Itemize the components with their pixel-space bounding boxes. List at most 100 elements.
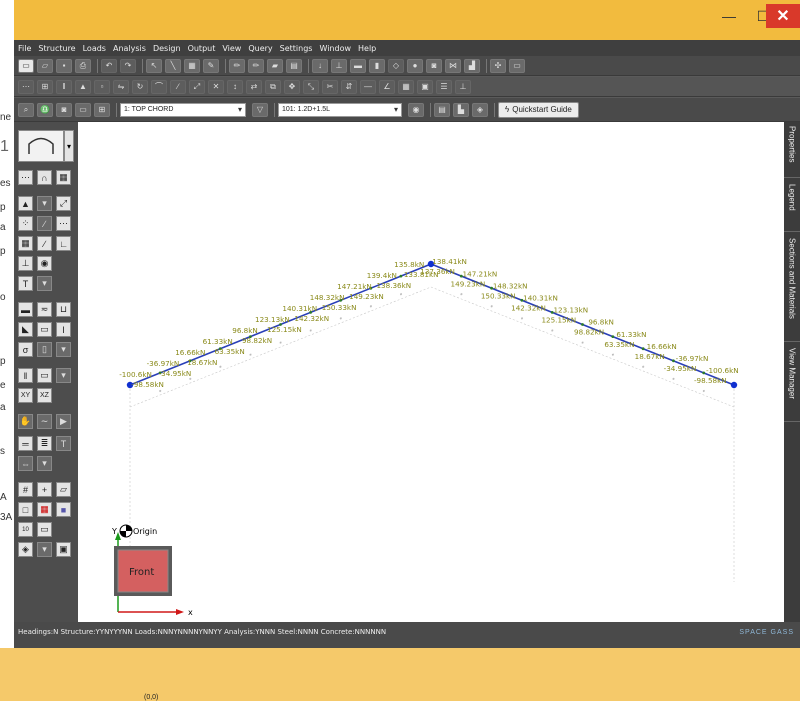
record-icon[interactable]: ◉: [408, 102, 424, 117]
segment-node[interactable]: [399, 274, 403, 278]
print-icon[interactable]: ⎙: [75, 58, 91, 73]
blue-square-icon[interactable]: ■: [56, 502, 71, 517]
folder-icon[interactable]: ▰: [267, 58, 283, 73]
dots-line-icon[interactable]: ⋯: [56, 216, 71, 231]
draw-member-icon[interactable]: ╲: [165, 58, 181, 73]
new-file-icon[interactable]: ▭: [18, 58, 34, 73]
close-button[interactable]: ✕: [766, 4, 800, 28]
filter-icon[interactable]: ▽: [252, 102, 268, 117]
menu-analysis[interactable]: Analysis: [113, 44, 146, 53]
flip-icon[interactable]: ⇵: [341, 79, 357, 94]
support-icon[interactable]: ⊥: [331, 58, 347, 73]
slope-icon[interactable]: ∠: [379, 79, 395, 94]
menu-window[interactable]: Window: [319, 44, 351, 53]
pin-icon[interactable]: ⊥: [455, 79, 471, 94]
beam-icon[interactable]: ▬: [350, 58, 366, 73]
diagonal-icon[interactable]: ∕: [37, 236, 52, 251]
divider-icon[interactable]: ‖: [56, 79, 72, 94]
segment-node[interactable]: [581, 323, 584, 326]
page-icon[interactable]: ▯: [37, 342, 52, 357]
undo-icon[interactable]: ↶: [101, 58, 117, 73]
segment-node[interactable]: [672, 359, 675, 363]
align-icon[interactable]: ⋯: [18, 79, 34, 94]
tab-sections-materials[interactable]: Sections and Materials: [784, 234, 800, 342]
minimize-button[interactable]: —: [712, 4, 746, 28]
minus-icon[interactable]: —: [360, 79, 376, 94]
merge-icon[interactable]: ⇄: [246, 79, 262, 94]
structure-viewport[interactable]: -100.6kN -36.97kN 16.66kN 61.33kN 96.8kN 123.…: [78, 122, 784, 701]
title-bar[interactable]: — ☐ ✕: [14, 0, 800, 40]
pencil-alt-icon[interactable]: ✏: [248, 58, 264, 73]
table-view-icon[interactable]: ▤: [434, 102, 450, 117]
play-icon[interactable]: ▶: [56, 414, 71, 429]
cup-icon[interactable]: ⊔: [56, 302, 71, 317]
design-icon[interactable]: ●: [407, 58, 423, 73]
i-beam-icon[interactable]: I: [56, 322, 71, 337]
frame-icon[interactable]: ▣: [417, 79, 433, 94]
link-dropdown-icon[interactable]: ▾: [37, 456, 52, 471]
mirror-icon[interactable]: ⇋: [113, 79, 129, 94]
dot-grid-icon[interactable]: ⁘: [18, 216, 33, 231]
chart-icon[interactable]: ▟: [464, 58, 480, 73]
cut-icon[interactable]: ✂: [322, 79, 338, 94]
small-text-icon[interactable]: 10: [18, 522, 33, 537]
binoculars-icon[interactable]: ♎: [37, 102, 53, 117]
sigma-icon[interactable]: σ: [18, 342, 33, 357]
connection-icon[interactable]: ⋈: [445, 58, 461, 73]
mesh-icon[interactable]: ▦: [18, 236, 33, 251]
triangle-icon[interactable]: ▲: [75, 79, 91, 94]
window-icon[interactable]: ▭: [509, 58, 525, 73]
node-icon[interactable]: ▲: [18, 196, 33, 211]
angle-icon[interactable]: ∟: [56, 236, 71, 251]
message-dropdown-icon[interactable]: ▾: [56, 368, 71, 383]
select-box-icon[interactable]: ⊞: [94, 102, 110, 117]
text-dropdown-icon[interactable]: ▾: [37, 276, 52, 291]
red-grid-icon[interactable]: ▦: [37, 502, 52, 517]
menu-query[interactable]: Query: [248, 44, 272, 53]
monitor-icon[interactable]: ▭: [37, 522, 52, 537]
zoom-icon[interactable]: ⌕: [18, 102, 34, 117]
arc-icon[interactable]: ⌒: [151, 79, 167, 94]
scale-icon[interactable]: ⤡: [303, 79, 319, 94]
line-icon[interactable]: ∕: [37, 216, 52, 231]
copy-icon[interactable]: ⧉: [265, 79, 281, 94]
crosshair-icon[interactable]: +: [37, 482, 52, 497]
column-icon[interactable]: ‖: [18, 368, 33, 383]
tab-legend[interactable]: Legend: [784, 180, 800, 232]
xz-plane-button[interactable]: XZ: [37, 388, 52, 403]
box-icon[interactable]: ▫: [94, 79, 110, 94]
menu-structure[interactable]: Structure: [38, 44, 75, 53]
menu-view[interactable]: View: [222, 44, 241, 53]
pencil-icon[interactable]: ✏: [229, 58, 245, 73]
settings-icon[interactable]: ✣: [490, 58, 506, 73]
triangle-load-icon[interactable]: ◣: [18, 322, 33, 337]
menu-help[interactable]: Help: [358, 44, 376, 53]
save-icon[interactable]: ▪: [56, 58, 72, 73]
arrow-small-icon[interactable]: ▾: [37, 196, 52, 211]
segment-node[interactable]: [611, 335, 615, 338]
member-group-select[interactable]: 1: TOP CHORD: [120, 102, 246, 117]
tab-properties[interactable]: Properties: [784, 122, 800, 178]
grid-toggle-icon[interactable]: ⊞: [37, 79, 53, 94]
dotted-grid-icon[interactable]: ⋯: [18, 170, 33, 185]
note-icon[interactable]: ▤: [286, 58, 302, 73]
layers-icon[interactable]: ☰: [436, 79, 452, 94]
ruler-icon[interactable]: ▭: [75, 102, 91, 117]
type-icon[interactable]: T: [56, 436, 71, 451]
brush-icon[interactable]: ✎: [203, 58, 219, 73]
tab-view-manager[interactable]: View Manager: [784, 344, 800, 422]
view-cube[interactable]: Front: [114, 546, 172, 596]
more-icon[interactable]: ▾: [56, 342, 71, 357]
rotate-icon[interactable]: ↻: [132, 79, 148, 94]
shape-dropdown-arrow[interactable]: ▾: [64, 130, 74, 162]
square-icon[interactable]: □: [18, 502, 33, 517]
window-view-icon[interactable]: ▣: [56, 542, 71, 557]
quickstart-guide-button[interactable]: ϟ Quickstart Guide: [498, 101, 579, 118]
table-icon[interactable]: ▦: [184, 58, 200, 73]
redo-icon[interactable]: ↷: [120, 58, 136, 73]
move-icon[interactable]: ✥: [284, 79, 300, 94]
target-icon[interactable]: ◉: [37, 256, 52, 271]
diagram-icon[interactable]: ▙: [453, 102, 469, 117]
segment-node[interactable]: [702, 371, 706, 375]
offset-icon[interactable]: ∕: [170, 79, 186, 94]
